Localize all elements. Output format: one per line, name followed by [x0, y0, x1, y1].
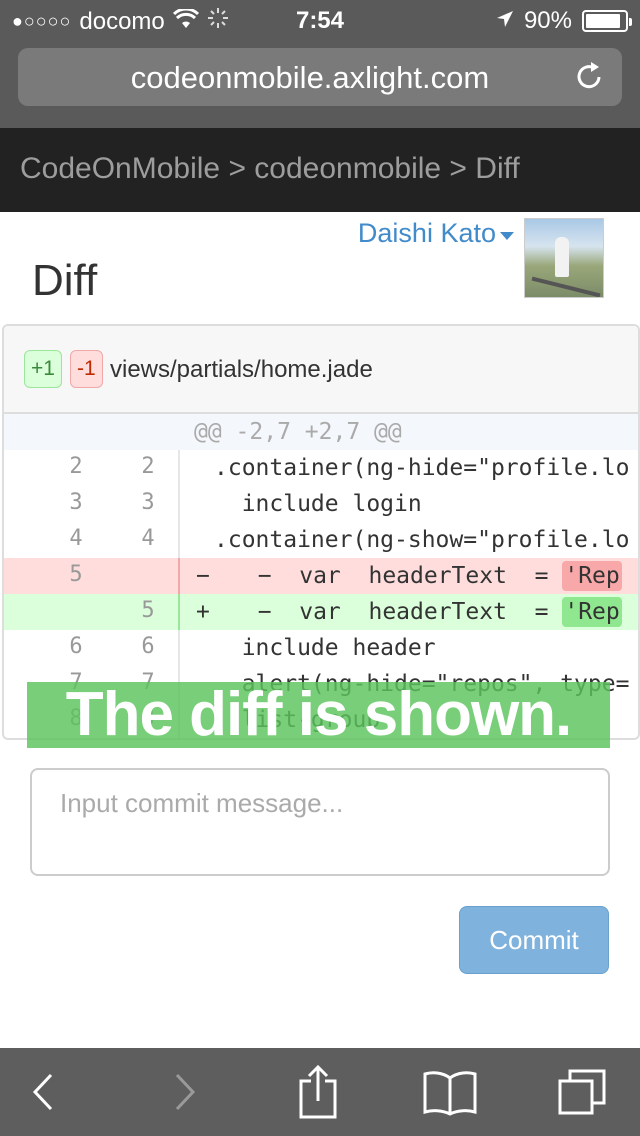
- browser-chrome: ●○○○○ docomo 7:54 90% codeonmobile.axlig…: [0, 0, 640, 128]
- old-line-number: 2: [69, 454, 83, 479]
- user-dropdown[interactable]: Daishi Kato: [358, 218, 514, 249]
- old-line-number: 4: [69, 526, 83, 551]
- code-line: .container(ng-hide="profile.lo: [214, 455, 629, 481]
- url-text[interactable]: codeonmobile.axlight.com: [18, 60, 562, 96]
- new-line-number: 2: [141, 454, 155, 479]
- forward-icon[interactable]: [156, 1066, 212, 1118]
- user-name[interactable]: Daishi Kato: [358, 218, 496, 249]
- user-menu[interactable]: Daishi Kato: [358, 218, 604, 298]
- page-title: Diff: [32, 256, 98, 305]
- diff-row: 5 − − var headerText = 'Rep: [4, 558, 638, 594]
- caret-down-icon[interactable]: [500, 231, 514, 240]
- code-text: include header: [214, 635, 436, 661]
- old-line-number: 3: [69, 490, 83, 515]
- avatar[interactable]: [524, 218, 604, 298]
- code-text: − var headerText =: [230, 563, 563, 589]
- new-line-number: 6: [141, 634, 155, 659]
- file-path: views/partials/home.jade: [110, 356, 373, 383]
- code-line: .container(ng-show="profile.lo: [214, 527, 629, 553]
- battery-percent: 90%: [523, 7, 572, 34]
- changed-token: 'Rep: [562, 597, 622, 627]
- status-bar: ●○○○○ docomo 7:54 90%: [0, 0, 640, 40]
- code-text: .container(ng-hide="profile.lo: [214, 455, 630, 481]
- address-bar[interactable]: codeonmobile.axlight.com: [18, 48, 622, 106]
- new-line-number: 4: [141, 526, 155, 551]
- diff-row: 3 3 include login: [4, 486, 638, 522]
- browser-toolbar: [0, 1048, 640, 1136]
- code-text: .container(ng-show="profile.lo: [214, 527, 630, 553]
- changed-token: 'Rep: [562, 561, 622, 591]
- location-arrow-icon: [496, 7, 514, 35]
- app-navbar: CodeOnMobile > codeonmobile > Diff: [0, 128, 640, 212]
- diff-sign: +: [196, 599, 210, 625]
- diff-row: 6 6 include header: [4, 630, 638, 666]
- diff-row: 2 2 .container(ng-hide="profile.lo: [4, 450, 638, 486]
- new-line-number: 3: [141, 490, 155, 515]
- reload-icon[interactable]: [570, 58, 608, 96]
- diff-file-header: +1 -1 views/partials/home.jade: [4, 326, 638, 414]
- old-line-number: 5: [69, 562, 83, 587]
- code-text: − var headerText =: [230, 599, 563, 625]
- hunk-header-text: @@ -2,7 +2,7 @@: [194, 419, 402, 445]
- tabs-icon[interactable]: [554, 1066, 610, 1118]
- additions-badge: +1: [24, 350, 62, 388]
- share-icon[interactable]: [290, 1065, 346, 1119]
- deletions-badge: -1: [70, 350, 103, 388]
- code-text: include login: [214, 491, 422, 517]
- hunk-header: @@ -2,7 +2,7 @@: [4, 414, 638, 450]
- code-line: include header: [214, 635, 436, 661]
- new-line-number: 5: [141, 598, 155, 623]
- diff-row: 4 4 .container(ng-show="profile.lo: [4, 522, 638, 558]
- diff-row: 5 + − var headerText = 'Rep: [4, 594, 638, 630]
- commit-button[interactable]: Commit: [459, 906, 609, 974]
- battery-icon: [582, 10, 632, 32]
- old-line-number: 6: [69, 634, 83, 659]
- back-icon[interactable]: [16, 1066, 72, 1118]
- code-line: − var headerText = 'Rep: [230, 597, 622, 627]
- breadcrumb[interactable]: CodeOnMobile > codeonmobile > Diff: [20, 152, 520, 186]
- bookmarks-icon[interactable]: [422, 1066, 478, 1118]
- code-line: − var headerText = 'Rep: [230, 561, 622, 591]
- commit-message-input[interactable]: [30, 768, 610, 876]
- diff-panel: +1 -1 views/partials/home.jade @@ -2,7 +…: [2, 324, 640, 740]
- code-line: include login: [214, 491, 422, 517]
- diff-sign: −: [196, 563, 210, 589]
- caption-banner: The diff is shown.: [27, 682, 610, 748]
